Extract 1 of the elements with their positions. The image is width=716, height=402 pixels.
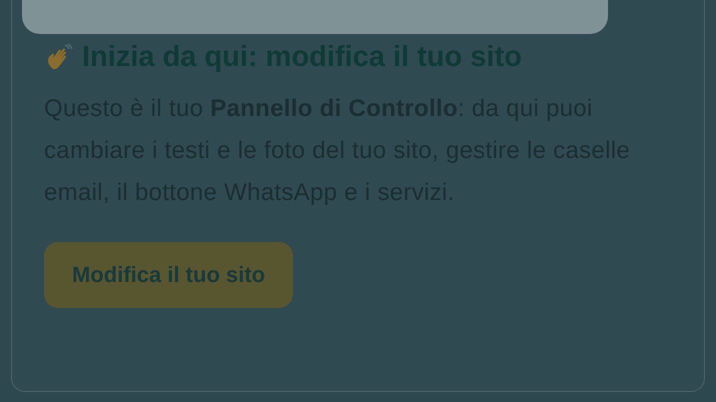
edit-site-button[interactable]: Modifica il tuo sito: [44, 242, 294, 308]
